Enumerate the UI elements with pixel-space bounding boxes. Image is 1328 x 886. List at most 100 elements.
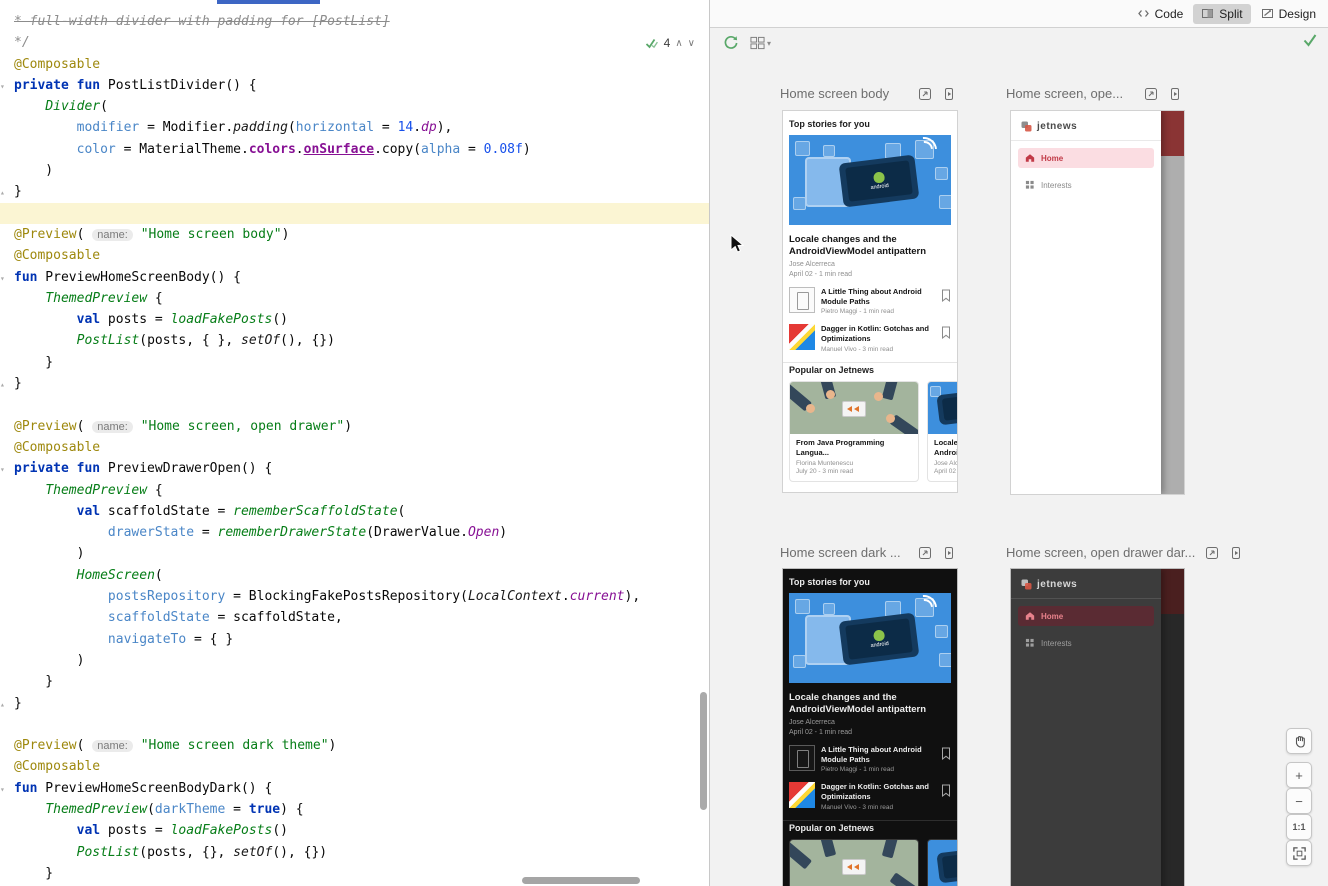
inspections-widget[interactable]: 4 ∧ ∨ [645,36,695,50]
zoom-actual-size-button[interactable]: 1:1 [1286,814,1312,840]
fold-marker-icon[interactable]: ▴ [0,694,14,715]
run-on-device-icon[interactable] [942,87,956,101]
code-line[interactable] [0,394,709,415]
popular-card[interactable]: From Java Programming Langua... Florina … [789,381,919,483]
code-line[interactable]: ▴} [0,181,709,202]
run-on-device-icon[interactable] [942,546,956,560]
interactive-mode-icon[interactable] [918,546,932,560]
code-line[interactable]: scaffoldState = scaffoldState, [0,607,709,628]
interactive-mode-icon[interactable] [1144,87,1158,101]
preview-card-home-screen-dark[interactable]: Top stories for you android [782,568,958,886]
zoom-out-button[interactable]: − [1286,788,1312,814]
code-line[interactable]: val posts = loadFakePosts() [0,309,709,330]
post-row[interactable]: A Little Thing about Android Module Path… [789,287,951,316]
mode-button-code[interactable]: Code [1129,4,1192,24]
run-on-device-icon[interactable] [1168,87,1182,101]
fold-marker-icon[interactable]: ▾ [0,459,14,480]
refresh-previews-button[interactable] [722,34,740,57]
popular-carousel[interactable]: From Java Programming Langua... Florina … [789,839,957,886]
interactive-mode-icon[interactable] [918,87,932,101]
code-line[interactable]: postsRepository = BlockingFakePostsRepos… [0,586,709,607]
fold-marker-icon[interactable]: ▾ [0,76,14,97]
bookmark-icon[interactable] [941,326,951,344]
code-line[interactable]: ▾fun PreviewHomeScreenBody() { [0,267,709,288]
code-line[interactable]: ) [0,160,709,181]
app-drawer[interactable]: jetnews Home Interests [1011,111,1161,494]
popular-card[interactable]: Locale changes and the AndroidView... Jo… [927,839,958,886]
popular-card[interactable]: From Java Programming Langua... Florina … [789,839,919,886]
drawer-item-home[interactable]: Home [1018,148,1154,168]
post-row[interactable]: A Little Thing about Android Module Path… [789,745,951,774]
code-line[interactable]: ThemedPreview(darkTheme = true) { [0,799,709,820]
hero-post-title[interactable]: Locale changes and the AndroidViewModel … [789,692,951,716]
code-line[interactable]: PostList(posts, {}, setOf(), {}) [0,842,709,863]
code-editor[interactable]: * full-width divider with padding for [P… [0,0,710,886]
code-line[interactable]: ▾private fun PreviewDrawerOpen() { [0,458,709,479]
hero-post-image[interactable]: android [789,593,951,683]
next-issue-icon[interactable]: ∨ [688,38,695,49]
bookmark-icon[interactable] [941,784,951,802]
code-line[interactable]: ▾fun PreviewHomeScreenBodyDark() { [0,778,709,799]
code-line[interactable] [0,203,709,224]
code-line[interactable]: * full-width divider with padding for [P… [0,11,709,32]
fold-marker-icon[interactable]: ▴ [0,374,14,395]
zoom-in-button[interactable]: + [1286,762,1312,788]
code-line[interactable]: navigateTo = { } [0,629,709,650]
code-lines[interactable]: * full-width divider with padding for [P… [0,11,709,884]
code-line[interactable]: ▴} [0,373,709,394]
code-line[interactable]: } [0,671,709,692]
code-line[interactable]: val posts = loadFakePosts() [0,820,709,841]
fold-marker-icon[interactable]: ▴ [0,182,14,203]
code-line[interactable]: ThemedPreview { [0,480,709,501]
drawer-item-home[interactable]: Home [1018,606,1154,626]
preview-card-home-screen-open-drawer-dark[interactable]: jetnews Home Interests [1010,568,1185,886]
interactive-mode-icon[interactable] [1205,546,1219,560]
drawer-item-interests[interactable]: Interests [1018,175,1154,195]
app-drawer[interactable]: jetnews Home Interests [1011,569,1161,886]
editor-horizontal-scrollbar[interactable] [522,877,640,884]
code-line[interactable]: val scaffoldState = rememberScaffoldStat… [0,501,709,522]
code-line[interactable]: @Preview( name: "Home screen, open drawe… [0,416,709,437]
bookmark-icon[interactable] [941,747,951,765]
preview-card-home-screen-open-drawer[interactable]: jetnews Home Interests [1010,110,1185,495]
code-line[interactable]: @Preview( name: "Home screen dark theme"… [0,735,709,756]
code-line[interactable]: ▾private fun PostListDivider() { [0,75,709,96]
pan-tool-button[interactable] [1286,728,1312,754]
code-line[interactable]: ThemedPreview { [0,288,709,309]
code-line[interactable]: @Composable [0,437,709,458]
mode-button-split[interactable]: Split [1193,4,1250,24]
code-line[interactable]: color = MaterialTheme.colors.onSurface.c… [0,139,709,160]
post-row[interactable]: Dagger in Kotlin: Gotchas and Optimizati… [789,782,951,811]
mode-button-design[interactable]: Design [1253,4,1324,24]
code-line[interactable]: @Preview( name: "Home screen body") [0,224,709,245]
preview-card-home-screen-body[interactable]: Top stories for you android [782,110,958,493]
gallery-view-button[interactable]: ▾ [750,36,771,50]
code-line[interactable]: HomeScreen( [0,565,709,586]
bookmark-icon[interactable] [941,289,951,307]
previous-issue-icon[interactable]: ∧ [675,38,682,49]
code-line[interactable]: @Composable [0,54,709,75]
post-row[interactable]: Dagger in Kotlin: Gotchas and Optimizati… [789,324,951,353]
code-line[interactable]: drawerState = rememberDrawerState(Drawer… [0,522,709,543]
run-on-device-icon[interactable] [1229,546,1243,560]
drawer-item-interests[interactable]: Interests [1018,633,1154,653]
fold-marker-icon[interactable]: ▾ [0,268,14,289]
code-line[interactable] [0,714,709,735]
code-line[interactable]: ) [0,543,709,564]
code-line[interactable]: */ [0,32,709,53]
code-line[interactable]: PostList(posts, { }, setOf(), {}) [0,330,709,351]
popular-carousel[interactable]: From Java Programming Langua... Florina … [789,381,957,483]
code-line[interactable]: } [0,352,709,373]
code-line[interactable]: @Composable [0,756,709,777]
fold-marker-icon[interactable]: ▾ [0,779,14,800]
zoom-to-fit-button[interactable] [1286,840,1312,866]
code-line[interactable]: @Composable [0,245,709,266]
code-line[interactable]: Divider( [0,96,709,117]
editor-vertical-scrollbar[interactable] [700,692,707,810]
hero-post-image[interactable]: android [789,135,951,225]
hero-post-title[interactable]: Locale changes and the AndroidViewModel … [789,234,951,258]
code-line[interactable]: ) [0,650,709,671]
popular-card[interactable]: Locale changes and the AndroidView... Jo… [927,381,958,483]
code-line[interactable]: ▴} [0,693,709,714]
code-line[interactable]: modifier = Modifier.padding(horizontal =… [0,117,709,138]
